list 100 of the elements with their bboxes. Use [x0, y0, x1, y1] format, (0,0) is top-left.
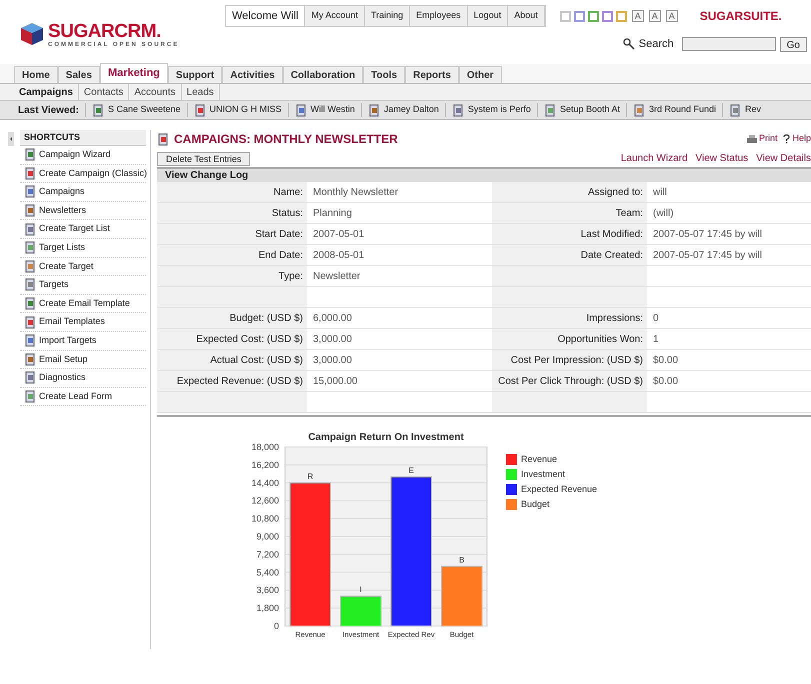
document-icon — [24, 166, 37, 180]
help-link[interactable]: Help — [783, 132, 811, 146]
detail-link[interactable]: View Details — [756, 151, 811, 166]
field-label: Cost Per Click Through: (USD $) — [492, 371, 647, 391]
sub-tab[interactable]: Campaigns — [14, 84, 79, 100]
theme-swatch[interactable] — [602, 10, 613, 22]
collapse-handle-icon[interactable] — [8, 132, 14, 146]
shortcut-link[interactable]: Diagnostics — [20, 369, 146, 388]
top-link[interactable]: Logout — [468, 6, 508, 26]
print-link[interactable]: Print — [746, 132, 778, 146]
field-value: 2007-05-01 — [313, 228, 364, 242]
detail-link[interactable]: Launch Wizard — [620, 151, 688, 166]
document-icon — [24, 390, 37, 404]
field-label: Actual Cost: (USD $) — [157, 350, 307, 370]
document-icon — [24, 316, 37, 329]
nav-tab[interactable]: Other — [458, 66, 502, 83]
y-tick-label: 16,200 — [251, 460, 279, 470]
chart-title: Campaign Return On Investment — [308, 432, 464, 443]
shortcuts-header: SHORTCUTS — [20, 130, 146, 146]
document-icon — [24, 185, 37, 198]
y-tick-label: 5,400 — [256, 567, 279, 578]
nav-tab[interactable]: Activities — [222, 66, 283, 83]
nav-tab[interactable]: Reports — [405, 66, 459, 83]
field-value: $0.00 — [653, 374, 678, 388]
recent-item-link[interactable]: System is Perfo — [444, 103, 537, 117]
theme-swatch[interactable] — [574, 10, 585, 22]
detail-link[interactable]: View Status — [696, 151, 748, 166]
document-icon — [157, 132, 170, 146]
y-tick-label: 0 — [274, 621, 279, 631]
shortcut-link[interactable]: Create Target — [20, 258, 146, 276]
shortcut-link[interactable]: Create Campaign (Classic) — [20, 164, 146, 184]
font-size-button[interactable]: A — [632, 10, 644, 22]
document-icon — [24, 297, 37, 310]
field-label: Expected Revenue: (USD $) — [157, 371, 307, 391]
recent-item-link[interactable]: Rev — [722, 103, 768, 117]
recent-item-link[interactable]: UNION G H MISS — [186, 103, 288, 117]
top-link[interactable]: Employees — [410, 6, 468, 26]
theme-swatch[interactable] — [616, 10, 627, 22]
shortcut-link[interactable]: Campaign Wizard — [20, 146, 146, 165]
recent-item-link[interactable]: Will Westin — [288, 103, 361, 117]
field-label: Team: — [492, 203, 647, 223]
field-label: Date Created: — [492, 245, 647, 265]
field-value: will — [653, 186, 667, 200]
shortcut-link[interactable]: Create Lead Form — [20, 388, 146, 406]
text: R — [307, 472, 314, 481]
field-label: Last Modified: — [492, 224, 647, 244]
document-icon — [92, 104, 105, 116]
shortcut-link[interactable]: Targets — [20, 276, 146, 295]
field-label: Expected Cost: (USD $) — [157, 329, 307, 349]
nav-tab[interactable]: Collaboration — [282, 66, 364, 83]
recent-item-link[interactable]: Jamey Dalton — [360, 103, 445, 117]
sub-tab[interactable]: Accounts — [129, 84, 182, 100]
document-icon — [194, 104, 207, 116]
theme-swatch[interactable] — [588, 10, 599, 22]
shortcut-link[interactable]: Create Email Template — [20, 294, 146, 314]
shortcut-link[interactable]: Create Target List — [20, 220, 146, 239]
shortcut-link[interactable]: Import Targets — [20, 332, 146, 351]
font-size-button[interactable]: A — [666, 10, 678, 22]
nav-tab[interactable]: Sales — [58, 66, 100, 83]
top-link[interactable]: About — [508, 6, 545, 26]
shortcut-link[interactable]: Campaigns — [20, 183, 146, 202]
legend-label: Budget — [521, 498, 550, 511]
document-icon — [24, 260, 37, 273]
recent-item-link[interactable]: Setup Booth At — [536, 103, 626, 117]
nav-tab[interactable]: Tools — [363, 66, 406, 83]
field-value: 15,000.00 — [313, 374, 358, 388]
shortcut-link[interactable]: Newsletters — [20, 202, 146, 220]
shortcut-link[interactable]: Email Templates — [20, 313, 146, 332]
field-value: 2007-05-07 17:45 by will — [653, 248, 762, 262]
document-icon — [24, 371, 37, 384]
sub-tab[interactable]: Contacts — [78, 84, 130, 100]
document-icon — [729, 104, 742, 116]
top-link[interactable]: My Account — [305, 6, 365, 26]
search-field[interactable] — [682, 37, 776, 52]
theme-swatch[interactable] — [560, 10, 571, 22]
field-label: End Date: — [157, 245, 307, 265]
recent-item-link[interactable]: S Cane Sweetene — [84, 103, 187, 117]
top-link[interactable]: Training — [364, 6, 410, 26]
document-icon — [632, 104, 646, 116]
field-value: Monthly Newsletter — [313, 186, 398, 200]
sub-tab[interactable]: Leads — [182, 84, 220, 100]
nav-tab[interactable]: Support — [168, 66, 222, 83]
shortcut-link[interactable]: Email Setup — [20, 350, 146, 370]
document-icon — [24, 204, 37, 218]
nav-tab[interactable]: Home — [14, 66, 58, 83]
text: I — [360, 585, 362, 594]
field-label: Budget: (USD $) — [157, 308, 307, 328]
go-button[interactable]: Go — [780, 36, 807, 52]
nav-tab[interactable]: Marketing — [100, 63, 168, 83]
delete-test-entries-button[interactable]: Delete Test Entries — [157, 152, 250, 166]
cube-logo-icon — [20, 22, 44, 46]
legend-label: Investment — [521, 468, 566, 481]
y-tick-label: 9,000 — [256, 532, 279, 542]
font-size-button[interactable]: A — [648, 10, 661, 22]
search-icon — [622, 38, 635, 50]
shortcut-link[interactable]: Target Lists — [20, 238, 146, 258]
last-viewed-label: Last Viewed: — [18, 104, 79, 118]
field-label: Opportunities Won: — [492, 329, 647, 349]
recent-item-link[interactable]: 3rd Round Fundi — [626, 103, 722, 117]
change-log-bar[interactable]: View Change Log — [157, 167, 811, 182]
